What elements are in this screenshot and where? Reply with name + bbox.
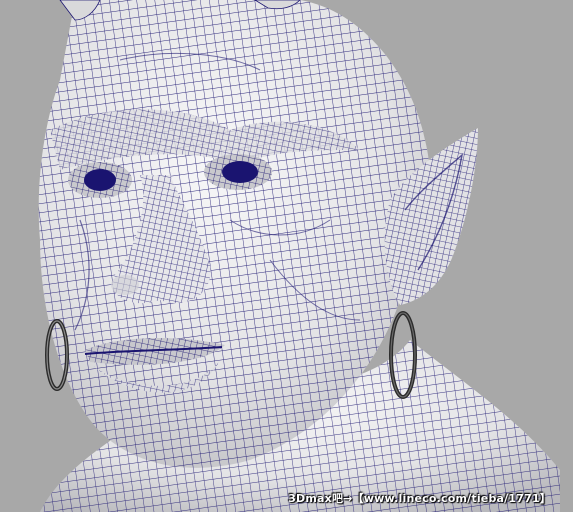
eye-left [68, 162, 132, 198]
eye-right [204, 154, 272, 190]
render-viewport: 3Dmax吧→【www.lineco.com/tieba/1771】 [0, 0, 573, 512]
ogre-head-render [38, 0, 560, 512]
watermark-text: 3Dmax吧→【www.lineco.com/tieba/1771】 [288, 492, 551, 505]
